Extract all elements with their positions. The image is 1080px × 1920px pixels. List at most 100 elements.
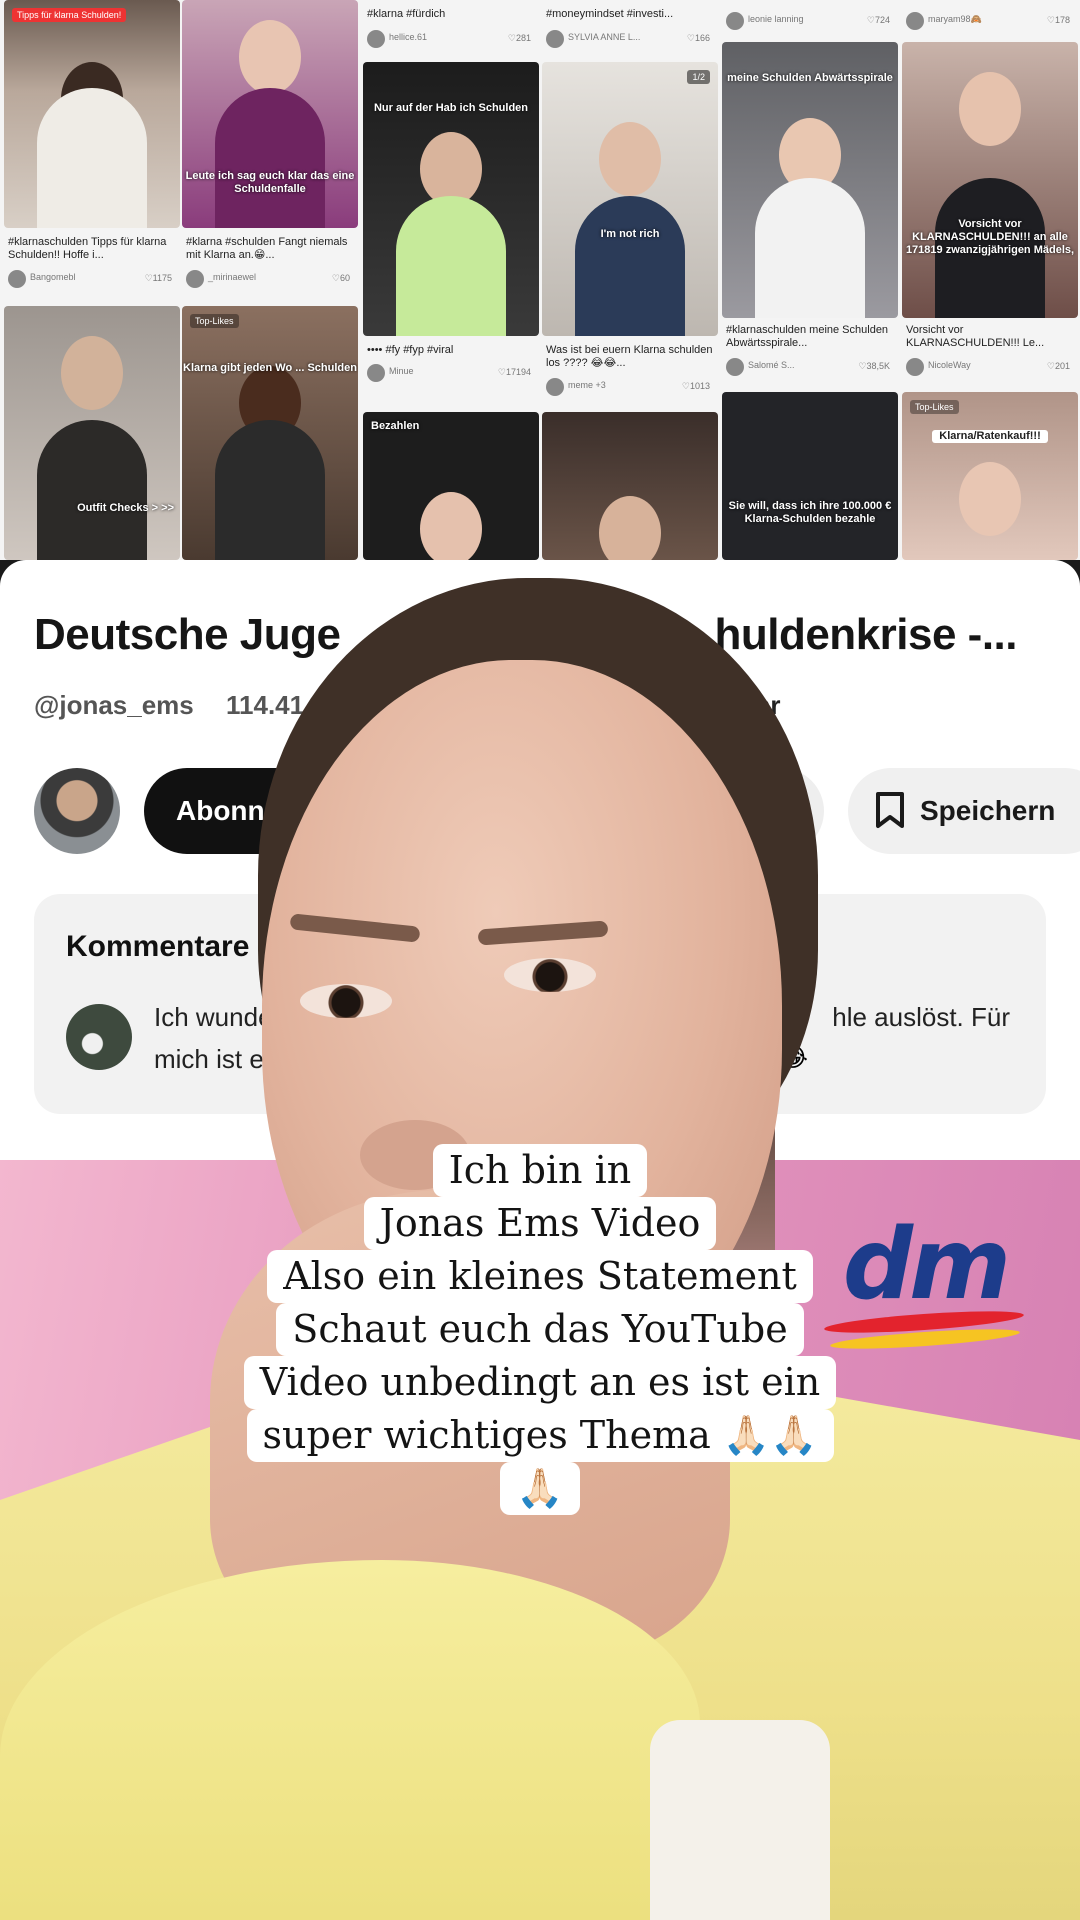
avatar[interactable] <box>906 358 924 376</box>
video-title-right: huldenkrise -... <box>714 610 1017 659</box>
thumbnail-overlay-text: I'm not rich <box>600 228 660 240</box>
video-caption[interactable]: Was ist bei euern Klarna schulden los ??… <box>546 344 714 370</box>
username[interactable]: SYLVIA ANNE L... <box>568 32 640 42</box>
thumbnail-overlay-text: Vorsicht vor KLARNASCHULDEN!!! an alle 1… <box>905 218 1075 256</box>
search-results-grid: Tipps für klarna Schulden! #klarnaschuld… <box>0 0 1080 560</box>
avatar[interactable] <box>726 358 744 376</box>
video-thumbnail[interactable]: Top-Likes Klarna/Ratenkauf!!! <box>902 392 1078 560</box>
username[interactable]: _mirinaewel <box>208 272 256 282</box>
carousel-badge: 1/2 <box>687 70 710 84</box>
more-link[interactable]: ehr <box>740 690 780 721</box>
thumbnail-badge: Tipps für klarna Schulden! <box>12 8 127 22</box>
person-head <box>239 20 301 94</box>
like-count: 281 <box>508 33 531 44</box>
thumbnail-overlay-text: Klarna/Ratenkauf!!! <box>932 430 1048 443</box>
video-caption[interactable]: #klarnaschulden Tipps für klarna Schulde… <box>8 236 176 262</box>
subscribe-button[interactable]: Abonn <box>144 768 504 854</box>
thumbnail-overlay-text: Klarna gibt jeden Wo ... Schulden <box>183 362 357 374</box>
avatar[interactable] <box>367 30 385 48</box>
username[interactable]: hellice.61 <box>389 32 427 42</box>
person-body <box>215 88 325 228</box>
video-thumbnail[interactable]: Nur auf der Hab ich Schulden <box>363 62 539 336</box>
person-body <box>396 196 506 336</box>
caption-line: Schaut euch das YouTube <box>276 1303 804 1356</box>
username[interactable]: meme +3 <box>568 380 606 390</box>
username[interactable]: leonie lanning <box>748 14 804 24</box>
like-count: 17194 <box>498 367 531 378</box>
video-meta: hellice.61 281 <box>367 30 535 48</box>
username[interactable]: Minue <box>389 366 414 376</box>
laughing-emoji: 😂 <box>777 1042 808 1072</box>
video-thumbnail[interactable]: Outfit Checks > >> <box>4 306 180 560</box>
person-body <box>37 88 147 228</box>
channel-avatar[interactable] <box>34 768 120 854</box>
comment-text: Ich wunde <box>154 1002 273 1032</box>
comment-text: mich ist e <box>154 1044 264 1074</box>
video-caption[interactable]: #klarnaschulden meine Schulden Abwärtssp… <box>726 324 894 350</box>
commenter-avatar <box>66 1004 132 1070</box>
avatar[interactable] <box>367 364 385 382</box>
view-count: 114.41 <box>226 690 305 720</box>
username[interactable]: Salomé S... <box>748 360 795 370</box>
share-button[interactable]: > <box>640 768 824 854</box>
video-meta: maryam98🙈 178 <box>906 12 1074 30</box>
save-button[interactable]: Speichern <box>848 768 1080 854</box>
video-title[interactable]: Deutsche Juge huldenkrise -... <box>34 610 1017 660</box>
person-head <box>599 496 661 560</box>
video-caption[interactable]: #klarna #schulden Fangt niemals mit Klar… <box>186 236 354 262</box>
save-button-label: Speichern <box>920 795 1056 826</box>
like-count: 1175 <box>145 273 172 284</box>
avatar[interactable] <box>8 270 26 288</box>
video-caption-overlay: Ich bin in Jonas Ems Video Also ein klei… <box>200 1144 880 1515</box>
video-thumbnail[interactable] <box>542 412 718 560</box>
video-thumbnail[interactable]: Tipps für klarna Schulden! <box>4 0 180 228</box>
person-head <box>959 72 1021 146</box>
like-count: 724 <box>867 15 890 26</box>
avatar[interactable] <box>546 30 564 48</box>
video-meta: NicoleWay 201 <box>906 358 1074 376</box>
username[interactable]: NicoleWay <box>928 360 971 370</box>
video-thumbnail[interactable]: meine Schulden Abwärtsspirale <box>722 42 898 318</box>
thumbnail-overlay-text: Nur auf der Hab ich Schulden <box>373 102 529 114</box>
video-thumbnail[interactable]: Sie will, dass ich ihre 100.000 € Klarna… <box>722 392 898 560</box>
thumbnail-overlay-text: meine Schulden Abwärtsspirale <box>727 72 893 84</box>
like-count: 201 <box>1047 361 1070 372</box>
person-head <box>420 132 482 206</box>
username[interactable]: maryam98🙈 <box>928 14 982 25</box>
thumbnail-overlay-text: Leute ich sag euch klar das eine Schulde… <box>185 170 355 195</box>
like-count: 166 <box>687 33 710 44</box>
username[interactable]: Bangomebl <box>30 272 76 282</box>
video-caption[interactable]: •••• #fy #fyp #viral <box>367 344 535 357</box>
person-body <box>37 420 147 560</box>
video-info-panel: Deutsche Juge huldenkrise -... @jonas_ems… <box>0 560 1080 1160</box>
avatar[interactable] <box>906 12 924 30</box>
avatar[interactable] <box>546 378 564 396</box>
comments-section[interactable]: Kommentare Ich wunde mich ist e hle ausl… <box>34 894 1046 1114</box>
video-caption[interactable]: #klarna #fürdich <box>367 8 535 21</box>
thumbnail-overlay-text: Sie will, dass ich ihre 100.000 € Klarna… <box>728 500 892 525</box>
avatar[interactable] <box>726 12 744 30</box>
video-thumbnail[interactable]: Vorsicht vor KLARNASCHULDEN!!! an alle 1… <box>902 42 1078 318</box>
video-thumbnail[interactable]: Leute ich sag euch klar das eine Schulde… <box>182 0 358 228</box>
video-caption[interactable]: Vorsicht vor KLARNASCHULDEN!!! Le... <box>906 324 1074 350</box>
top-likes-badge: Top-Likes <box>910 400 959 414</box>
like-count: 60 <box>332 273 350 284</box>
caption-line: Video unbedingt an es ist ein <box>243 1356 837 1409</box>
caption-line: Ich bin in <box>432 1144 648 1197</box>
video-meta: Salomé S... 38,5K <box>726 358 894 376</box>
video-thumbnail[interactable]: 1/2 I'm not rich <box>542 62 718 336</box>
video-title-left: Deutsche Juge <box>34 610 341 659</box>
video-meta: _mirinaewel 60 <box>186 270 354 288</box>
video-thumbnail[interactable]: Bezahlen <box>363 412 539 560</box>
person-body <box>755 178 865 318</box>
video-meta: leonie lanning 724 <box>726 12 894 30</box>
top-likes-badge: Top-Likes <box>190 314 239 328</box>
channel-handle[interactable]: @jonas_ems <box>34 690 194 721</box>
avatar[interactable] <box>186 270 204 288</box>
person-head <box>420 492 482 560</box>
thumbnail-overlay-text: Bezahlen <box>371 420 420 432</box>
video-caption[interactable]: #moneymindset #investi... <box>546 8 714 21</box>
like-count: 1013 <box>682 381 710 392</box>
caption-line: 🙏🏻 <box>500 1462 580 1515</box>
video-thumbnail[interactable]: Top-Likes Klarna gibt jeden Wo ... Schul… <box>182 306 358 560</box>
